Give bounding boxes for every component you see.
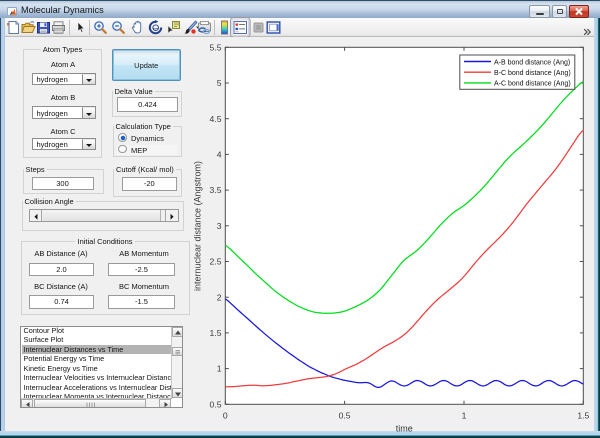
svg-text:A-C bond distance (Ang): A-C bond distance (Ang) xyxy=(494,81,571,88)
svg-text:1: 1 xyxy=(217,364,222,374)
svg-text:A-B bond distance (Ang): A-B bond distance (Ang) xyxy=(494,59,570,66)
svg-text:3: 3 xyxy=(217,221,222,231)
svg-text:1.5: 1.5 xyxy=(210,328,222,338)
svg-text:5.5: 5.5 xyxy=(210,42,222,52)
svg-text:2: 2 xyxy=(217,292,222,302)
svg-text:1: 1 xyxy=(462,410,467,420)
svg-text:3.5: 3.5 xyxy=(210,185,222,195)
svg-text:time: time xyxy=(396,423,413,433)
svg-text:B-C bond distance (Ang): B-C bond distance (Ang) xyxy=(494,70,571,77)
svg-text:0: 0 xyxy=(223,410,228,420)
svg-text:4.5: 4.5 xyxy=(210,114,222,124)
svg-text:4: 4 xyxy=(217,150,222,160)
svg-text:5: 5 xyxy=(217,78,222,88)
svg-text:internuclear distance (Angstro: internuclear distance (Angstrom) xyxy=(193,161,203,291)
svg-text:1.5: 1.5 xyxy=(577,410,589,420)
svg-text:0.5: 0.5 xyxy=(339,410,351,420)
svg-text:2.5: 2.5 xyxy=(210,257,222,267)
svg-text:0.5: 0.5 xyxy=(210,399,222,409)
